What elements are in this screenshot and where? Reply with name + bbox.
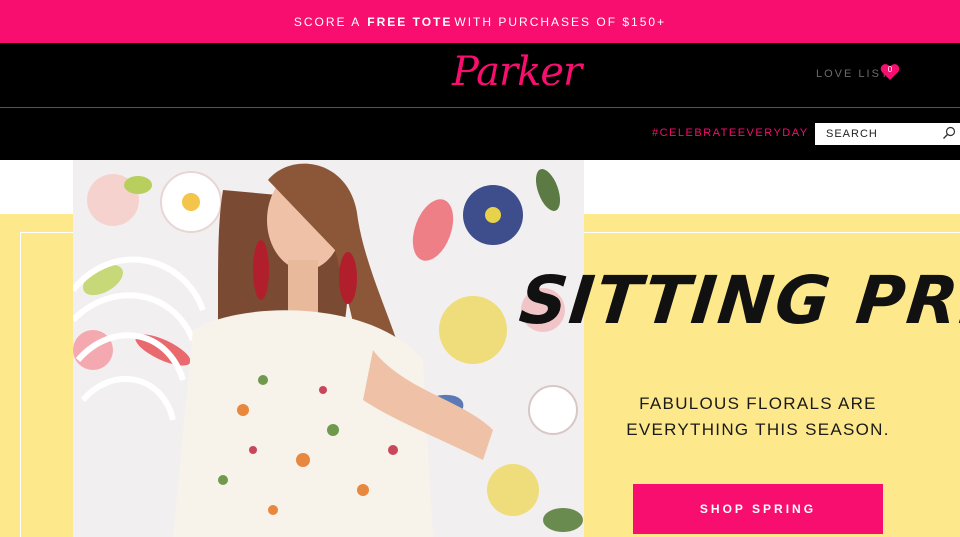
love-list-heart[interactable]: 0 (880, 63, 900, 81)
promo-suffix: WITH PURCHASES OF $150+ (454, 14, 667, 29)
nav-bar: #CELEBRATEEVERYDAY (0, 108, 960, 160)
promo-highlight: FREE TOTE (367, 14, 453, 29)
hero-subhead-line-2: EVERYTHING THIS SEASON. (626, 420, 890, 439)
search-icon[interactable] (942, 126, 956, 140)
love-list-count: 0 (887, 65, 893, 74)
search-box[interactable] (815, 123, 960, 145)
brand-logo[interactable]: Parker (452, 49, 582, 95)
hero-subhead: FABULOUS FLORALS ARE EVERYTHING THIS SEA… (598, 391, 918, 443)
hashtag-link[interactable]: #CELEBRATEEVERYDAY (652, 127, 809, 139)
site-header: Parker LOVE LIST 0 (0, 43, 960, 107)
search-input[interactable] (815, 124, 933, 144)
hero-image-model-floral[interactable] (73, 160, 584, 537)
love-list-link[interactable]: LOVE LIST (816, 68, 890, 80)
promo-prefix: SCORE A (293, 14, 362, 29)
hero-illustration (73, 160, 584, 537)
shop-spring-button[interactable]: SHOP SPRING (633, 484, 883, 534)
hero-headline: Sitting Pretty (515, 262, 960, 339)
hero-subhead-line-1: FABULOUS FLORALS ARE (639, 394, 877, 413)
promo-banner[interactable]: SCORE A FREE TOTE WITH PURCHASES OF $150… (0, 0, 960, 43)
